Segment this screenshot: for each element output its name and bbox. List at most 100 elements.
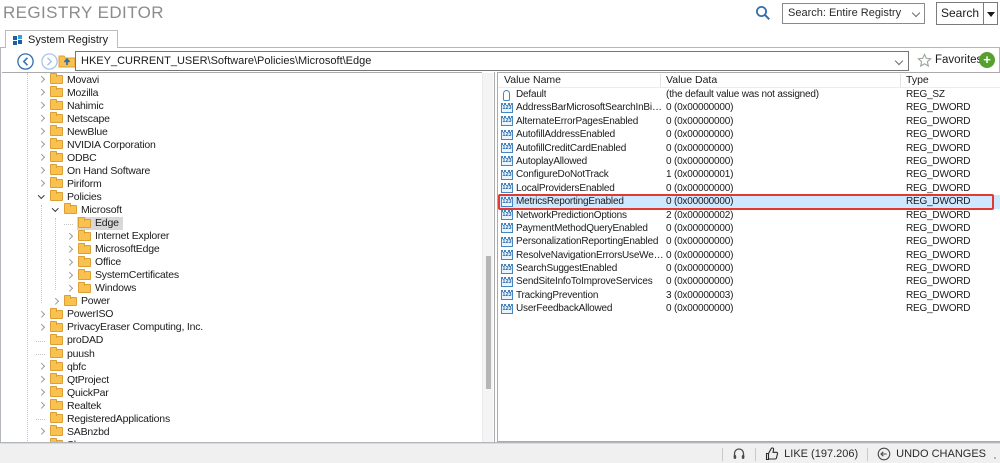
tree-scrollbar-thumb[interactable] xyxy=(486,256,491,389)
column-header-type[interactable]: Type xyxy=(906,74,929,86)
value-row[interactable]: 123 AutofillAddressEnabled 0 (0x00000000) R… xyxy=(498,128,1000,141)
value-row[interactable]: 123 AutofillCreditCardEnabled 0 (0x0000000… xyxy=(498,142,1000,155)
tree-item[interactable]: SABnzbd xyxy=(2,425,482,438)
tree-item[interactable]: Microsoft xyxy=(2,203,482,216)
chevron-down-icon[interactable] xyxy=(36,190,49,203)
main-content-box: HKEY_CURRENT_USER\Software\Policies\Micr… xyxy=(0,47,1000,443)
chevron-right-icon[interactable] xyxy=(36,425,49,438)
chevron-right-icon[interactable] xyxy=(36,86,49,99)
chevron-right-icon[interactable] xyxy=(64,256,77,269)
chevron-right-icon[interactable] xyxy=(36,308,49,321)
back-button[interactable] xyxy=(17,53,34,70)
undo-icon xyxy=(877,447,891,461)
value-data: 0 (0x00000000) xyxy=(666,303,734,315)
value-row[interactable]: 123ResolveNavigationErrorsUseWebSer...0 … xyxy=(498,249,1000,262)
tree-item[interactable]: Power xyxy=(2,294,482,308)
tree-item[interactable]: Office xyxy=(2,255,482,269)
chevron-right-icon[interactable] xyxy=(64,230,77,243)
tree-item[interactable]: puush xyxy=(2,347,482,360)
chevron-right-icon[interactable] xyxy=(36,151,49,164)
tree-item[interactable]: Edge xyxy=(2,216,482,230)
column-header-value-name[interactable]: Value Name xyxy=(504,74,561,86)
tree-item[interactable]: MicrosoftEdge xyxy=(2,242,482,256)
tree-item[interactable]: Sharman xyxy=(2,438,482,442)
tree-item[interactable]: PrivacyEraser Computing, Inc. xyxy=(2,320,482,334)
tree-item[interactable]: qbfc xyxy=(2,360,482,373)
chevron-right-icon[interactable] xyxy=(36,177,49,190)
folder-icon xyxy=(50,360,63,372)
value-row[interactable]: 123 AlternateErrorPagesEnabled 0 (0x000000… xyxy=(498,115,1000,128)
chevron-right-icon[interactable] xyxy=(36,112,49,125)
value-name: AutofillAddressEnabled xyxy=(516,129,615,141)
tree-item[interactable]: Piriform xyxy=(2,177,482,190)
chevron-right-icon[interactable] xyxy=(64,282,77,295)
chevron-right-icon[interactable] xyxy=(36,73,49,86)
folder-icon xyxy=(50,333,63,345)
tab-system-registry[interactable]: System Registry xyxy=(5,30,119,48)
search-scope-select[interactable]: Search: Entire Registry xyxy=(782,3,925,24)
value-row[interactable]: 123 MetricsReportingEnabled 0 (0x00000000)… xyxy=(498,195,1000,209)
chevron-right-icon[interactable] xyxy=(36,99,49,112)
undo-changes-button[interactable]: UNDO CHANGES xyxy=(877,447,986,461)
like-button[interactable]: LIKE (197.206) xyxy=(765,447,858,461)
tree-item[interactable]: RegisteredApplications xyxy=(2,412,482,425)
value-data: 0 (0x00000000) xyxy=(666,102,734,114)
chevron-right-icon[interactable] xyxy=(36,164,49,177)
tree-item[interactable]: Nahimic xyxy=(2,99,482,112)
column-separator[interactable] xyxy=(660,74,661,87)
resize-grip[interactable] xyxy=(990,453,998,461)
column-separator[interactable] xyxy=(900,74,901,87)
tree-item[interactable]: proDAD xyxy=(2,333,482,347)
tree-item[interactable]: Realtek xyxy=(2,399,482,412)
search-button[interactable]: Search xyxy=(936,2,983,25)
value-row[interactable]: 123 SearchSuggestEnabled 0 (0x00000000) REG… xyxy=(498,262,1000,275)
forward-button[interactable] xyxy=(41,53,58,70)
chevron-right-icon[interactable] xyxy=(36,138,49,151)
support-headphones-button[interactable] xyxy=(732,447,746,461)
search-options-dropdown-button[interactable] xyxy=(983,2,998,25)
favorites-star-icon[interactable] xyxy=(917,53,932,68)
chevron-right-icon[interactable] xyxy=(36,399,49,412)
tree-item[interactable]: SystemCertificates xyxy=(2,268,482,282)
chevron-right-icon[interactable] xyxy=(50,295,63,308)
folder-icon xyxy=(50,138,63,150)
chevron-right-icon[interactable] xyxy=(36,386,49,399)
value-row[interactable]: 123 AutoplayAllowed 0 (0x00000000) REG_DWOR… xyxy=(498,155,1000,168)
favorites-label[interactable]: Favorites xyxy=(935,54,982,66)
value-row[interactable]: 123 AddressBarMicrosoftSearchInBingPr... 0… xyxy=(498,101,1000,114)
tree-item[interactable]: Windows xyxy=(2,281,482,295)
chevron-down-icon[interactable] xyxy=(50,203,63,216)
tree-item[interactable]: PowerISO xyxy=(2,307,482,321)
tree-item[interactable]: NewBlue xyxy=(2,125,482,138)
tree-scrollbar[interactable] xyxy=(482,73,493,442)
tree-item[interactable]: Movavi xyxy=(2,73,482,86)
column-header-value-data[interactable]: Value Data xyxy=(666,74,717,86)
value-row[interactable]: 123 UserFeedbackAllowed 0 (0x00000000) REG_… xyxy=(498,302,1000,315)
value-row[interactable]: 123 PaymentMethodQueryEnabled 0 (0x0000000… xyxy=(498,222,1000,235)
add-favorite-button[interactable]: + xyxy=(979,52,995,68)
value-row[interactable]: Default (the default value was not assign… xyxy=(498,88,1000,101)
address-bar[interactable]: HKEY_CURRENT_USER\Software\Policies\Micr… xyxy=(75,51,909,71)
chevron-right-icon[interactable] xyxy=(64,243,77,256)
tree-item[interactable]: On Hand Software xyxy=(2,164,482,177)
tree-stub xyxy=(36,347,49,360)
tree-item[interactable]: NVIDIA Corporation xyxy=(2,138,482,151)
value-row[interactable]: 123 ConfigureDoNotTrack 1 (0x00000001) REG_… xyxy=(498,168,1000,181)
chevron-right-icon[interactable] xyxy=(64,269,77,282)
value-row[interactable]: 123 LocalProvidersEnabled 0 (0x00000000) RE… xyxy=(498,182,1000,195)
value-row[interactable]: 123 NetworkPredictionOptions 2 (0x00000002… xyxy=(498,209,1000,222)
tree-item[interactable]: QtProject xyxy=(2,373,482,386)
tree-item[interactable]: QuickPar xyxy=(2,386,482,399)
chevron-right-icon[interactable] xyxy=(36,360,49,373)
tree-item[interactable]: Netscape xyxy=(2,112,482,125)
value-row[interactable]: 123 SendSiteInfoToImproveServices 0 (0x000… xyxy=(498,275,1000,288)
tree-item[interactable]: ODBC xyxy=(2,151,482,164)
chevron-right-icon[interactable] xyxy=(36,321,49,334)
value-row[interactable]: 123 TrackingPrevention 3 (0x00000003) REG_D… xyxy=(498,289,1000,302)
tree-item[interactable]: Policies xyxy=(2,190,482,203)
chevron-right-icon[interactable] xyxy=(36,125,49,138)
tree-item[interactable]: Mozilla xyxy=(2,86,482,99)
chevron-right-icon[interactable] xyxy=(36,373,49,386)
tree-item[interactable]: Internet Explorer xyxy=(2,229,482,243)
value-row[interactable]: 123 PersonalizationReportingEnabled 0 (0x0… xyxy=(498,235,1000,248)
